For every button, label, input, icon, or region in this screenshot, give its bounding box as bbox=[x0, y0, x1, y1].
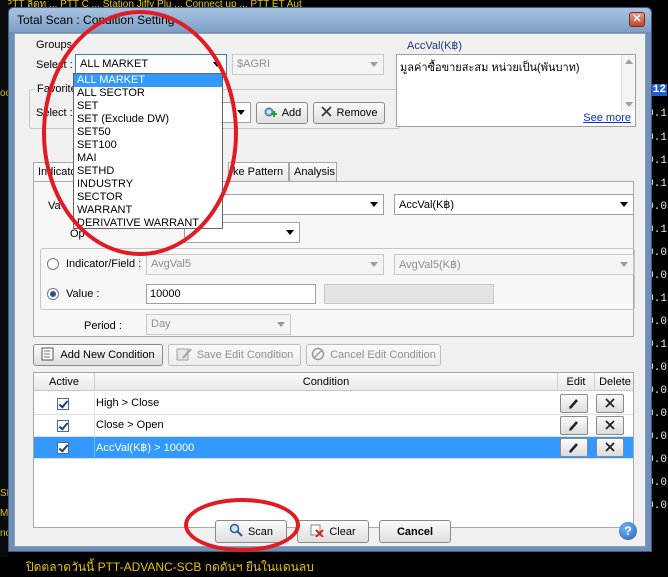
chevron-down-icon bbox=[286, 230, 294, 235]
chevron-down-icon bbox=[370, 262, 378, 267]
field-select[interactable]: AccVal(K฿) bbox=[394, 194, 634, 215]
edit-button[interactable] bbox=[560, 394, 588, 413]
edit-button[interactable] bbox=[560, 416, 588, 435]
value-input[interactable]: 10000 bbox=[146, 284, 316, 304]
save-edit-condition-button: Save Edit Condition bbox=[168, 344, 301, 366]
tab-analysis[interactable]: Analysis bbox=[289, 162, 337, 181]
close-icon bbox=[320, 106, 332, 120]
help-icon[interactable]: ? bbox=[619, 522, 637, 540]
cancel-label: Cancel bbox=[396, 525, 434, 538]
cell-divider bbox=[94, 415, 95, 437]
period-select-value: Day bbox=[151, 318, 171, 330]
indicator-radio[interactable] bbox=[47, 258, 59, 270]
add-gear-icon bbox=[263, 105, 277, 122]
chevron-down-icon bbox=[370, 62, 378, 67]
add-list-icon bbox=[41, 347, 55, 364]
eraser-icon bbox=[310, 523, 325, 540]
no-entry-icon bbox=[311, 347, 325, 364]
background-bottom-ticker: ปิดตลาดวันนี้ PTT-ADVANC-SCB กดดันฯ ยืนใ… bbox=[0, 557, 668, 577]
description-title: AccVal(K฿) bbox=[407, 40, 463, 52]
condition-cell: AccVal(K฿) > 10000 bbox=[96, 442, 195, 454]
pencil-icon bbox=[569, 443, 578, 453]
group-symbol-value: $AGRI bbox=[237, 58, 271, 70]
add-new-condition-label: Add New Condition bbox=[60, 349, 155, 361]
close-icon bbox=[605, 442, 615, 452]
see-more-link[interactable]: See more bbox=[583, 112, 631, 124]
field-select-value: AccVal(K฿) bbox=[399, 199, 455, 211]
save-edit-icon bbox=[176, 347, 192, 364]
chevron-down-icon bbox=[370, 202, 378, 207]
condition-cell: High > Close bbox=[96, 397, 160, 409]
cancel-edit-condition-label: Cancel Edit Condition bbox=[330, 349, 436, 361]
add-favorite-label: Add bbox=[281, 107, 302, 119]
cancel-edit-condition-button: Cancel Edit Condition bbox=[306, 344, 441, 366]
period-label: Period : bbox=[84, 320, 122, 332]
pencil-icon bbox=[569, 421, 578, 431]
active-checkbox[interactable] bbox=[57, 442, 69, 454]
header-active: Active bbox=[49, 376, 79, 388]
description-text: มูลค่าซื้อขายสะสม หน่วยเป็น(พันบาท) bbox=[400, 62, 580, 74]
group-symbol-select: $AGRI bbox=[232, 54, 384, 75]
header-edit: Edit bbox=[566, 376, 586, 388]
close-button[interactable]: ✕ bbox=[629, 12, 645, 27]
scroll-up-icon[interactable] bbox=[625, 59, 633, 64]
scroll-down-icon[interactable] bbox=[625, 102, 633, 107]
value-radio[interactable] bbox=[47, 288, 59, 300]
tab-pattern[interactable]: ke Pattern bbox=[228, 162, 289, 181]
delete-button[interactable] bbox=[596, 416, 624, 435]
table-row[interactable]: High > Close bbox=[34, 393, 633, 415]
indicator-combo-select: AvgVal5(K฿) bbox=[394, 254, 634, 275]
close-icon bbox=[605, 398, 615, 408]
edit-button[interactable] bbox=[560, 438, 588, 457]
condition-cell: Close > Open bbox=[96, 419, 164, 431]
cancel-button[interactable]: Cancel bbox=[379, 520, 451, 543]
period-select: Day bbox=[146, 314, 291, 335]
add-favorite-button[interactable]: Add bbox=[256, 102, 308, 124]
chevron-down-icon bbox=[277, 322, 285, 327]
condition-grid: Active Condition Edit Delete High > Clos… bbox=[33, 372, 634, 528]
header-condition: Condition bbox=[302, 376, 350, 388]
save-edit-condition-label: Save Edit Condition bbox=[196, 349, 294, 361]
annotation-circle-scan bbox=[184, 498, 300, 552]
background-left-panel: oc SL Mi nc bbox=[0, 0, 12, 577]
delete-button[interactable] bbox=[596, 394, 624, 413]
indicator-combo-value: AvgVal5(K฿) bbox=[399, 259, 461, 271]
annotation-circle-dropdown bbox=[42, 10, 238, 256]
clear-label: Clear bbox=[329, 525, 356, 538]
header-delete: Delete bbox=[599, 376, 631, 388]
cell-divider bbox=[94, 437, 95, 459]
delete-button[interactable] bbox=[596, 438, 624, 457]
add-new-condition-button[interactable]: Add New Condition bbox=[33, 344, 163, 366]
chevron-down-icon bbox=[620, 202, 628, 207]
background-right-panel: 12 0.1 0.1 0.1 0.1 0.0 0.1 0.0 0.0 0.1 0… bbox=[647, 0, 668, 577]
table-row[interactable]: AccVal(K฿) > 10000 bbox=[34, 437, 633, 459]
chevron-down-icon bbox=[237, 110, 245, 115]
clear-button[interactable]: Clear bbox=[297, 520, 369, 543]
table-row[interactable]: Close > Open bbox=[34, 415, 633, 437]
value-radio-label: Value : bbox=[66, 288, 100, 300]
pencil-icon bbox=[569, 399, 578, 409]
indicator-field-select: AvgVal5 bbox=[146, 254, 384, 275]
remove-favorite-button[interactable]: Remove bbox=[313, 102, 385, 124]
indicator-label: Indicator/Field : bbox=[66, 258, 142, 270]
description-box: มูลค่าซื้อขายสะสม หน่วยเป็น(พันบาท) See … bbox=[396, 54, 636, 127]
remove-favorite-label: Remove bbox=[336, 107, 378, 119]
value-unit-field bbox=[324, 284, 494, 304]
close-icon bbox=[605, 420, 615, 430]
chevron-down-icon bbox=[620, 262, 628, 267]
description-scrollbar[interactable] bbox=[621, 55, 635, 111]
background-value: 12 bbox=[651, 84, 667, 96]
cell-divider bbox=[94, 393, 95, 415]
active-checkbox[interactable] bbox=[57, 420, 69, 432]
indicator-field-value: AvgVal5 bbox=[151, 258, 191, 270]
active-checkbox[interactable] bbox=[57, 398, 69, 410]
grid-header: Active Condition Edit Delete bbox=[34, 373, 633, 391]
